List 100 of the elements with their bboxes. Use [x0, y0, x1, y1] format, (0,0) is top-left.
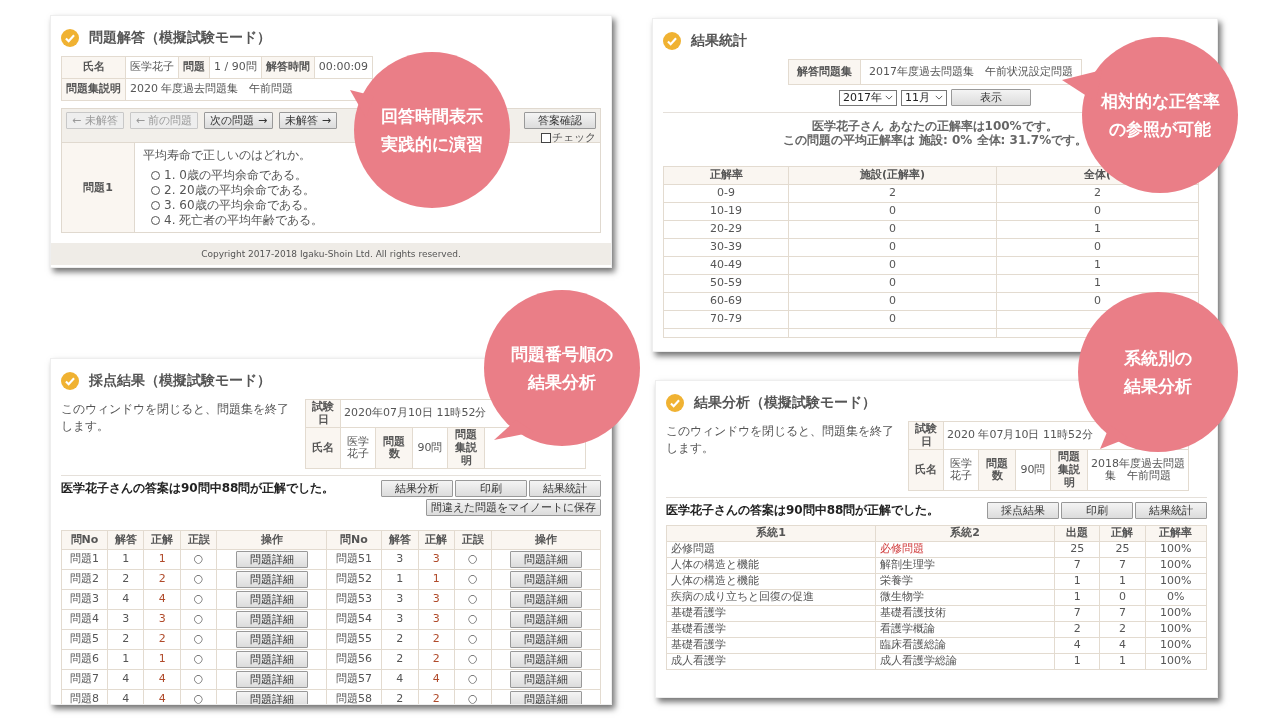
- table-cell: 1: [1099, 573, 1146, 590]
- window-title: 問題解答（模擬試験モード）: [89, 29, 271, 47]
- info-label: 氏名: [305, 427, 341, 469]
- table-cell: ○: [454, 609, 491, 630]
- table-cell: 人体の構造と機能: [666, 557, 876, 574]
- info-label: 解答時間: [261, 56, 315, 79]
- detail-button[interactable]: 問題詳細: [235, 551, 308, 569]
- table-cell: 必修問題: [666, 541, 876, 558]
- table-cell: 問題5: [61, 629, 108, 650]
- confirm-button[interactable]: 答案確認: [524, 112, 596, 129]
- detail-button[interactable]: 問題詳細: [509, 571, 582, 589]
- detail-button[interactable]: 問題詳細: [235, 611, 308, 629]
- table-cell: 2: [418, 629, 455, 650]
- year-select[interactable]: 2017年: [839, 89, 897, 106]
- info-label: 試験日: [305, 399, 341, 428]
- check-icon: [663, 32, 681, 50]
- table-cell: 2: [1054, 621, 1100, 638]
- detail-button[interactable]: 問題詳細: [509, 631, 582, 649]
- table-cell: 問題3: [61, 589, 108, 610]
- detail-button[interactable]: 問題詳細: [235, 691, 308, 704]
- detail-button[interactable]: 問題詳細: [509, 651, 582, 669]
- action-button[interactable]: 結果統計: [1135, 502, 1207, 520]
- detail-button[interactable]: 問題詳細: [235, 631, 308, 649]
- detail-button[interactable]: 問題詳細: [235, 671, 308, 689]
- action-button[interactable]: 採点結果: [987, 502, 1059, 520]
- table-cell: 0-9: [663, 184, 789, 203]
- table-cell: 4: [381, 669, 419, 690]
- detail-button[interactable]: 問題詳細: [509, 691, 582, 704]
- action-button[interactable]: 印刷: [455, 480, 527, 498]
- detail-button[interactable]: 問題詳細: [235, 571, 308, 589]
- detail-button[interactable]: 問題詳細: [235, 651, 308, 669]
- detail-button[interactable]: 問題詳細: [509, 611, 582, 629]
- radio-button[interactable]: [151, 171, 160, 180]
- copyright-text: Copyright 2017-2018 Igaku-Shoin Ltd. All rights reserved.: [201, 249, 461, 259]
- detail-button[interactable]: 問題詳細: [235, 591, 308, 609]
- action-button[interactable]: 間違えた問題をマイノートに保存: [426, 499, 601, 517]
- table-cell: 3: [381, 549, 419, 570]
- table-cell: 3: [381, 609, 419, 630]
- table-cell: 問題54: [326, 609, 382, 630]
- table-cell: 2: [143, 569, 181, 590]
- detail-button[interactable]: 問題詳細: [509, 551, 582, 569]
- table-cell: ○: [454, 569, 491, 590]
- action-button[interactable]: 結果分析: [381, 480, 453, 498]
- table-cell: 基礎看護学: [666, 637, 876, 654]
- radio-button[interactable]: [151, 186, 160, 195]
- detail-button[interactable]: 問題詳細: [509, 671, 582, 689]
- option-label: 1. 0歳の平均余命である。: [164, 167, 307, 184]
- detail-button[interactable]: 問題詳細: [509, 591, 582, 609]
- info-value: 医学花子: [125, 56, 179, 79]
- option-label: 4. 死亡者の平均年齢である。: [164, 212, 324, 229]
- column-header: 解答: [381, 530, 419, 550]
- table-cell: 2: [143, 629, 181, 650]
- table-cell: 問題52: [326, 569, 382, 590]
- action-button[interactable]: 結果統計: [529, 480, 601, 498]
- nav-button[interactable]: 未解答 →: [279, 112, 337, 129]
- table-cell: ○: [180, 629, 217, 650]
- table-cell: 1: [1054, 589, 1100, 606]
- nav-button[interactable]: 次の問題 →: [204, 112, 274, 129]
- table-cell: 0: [788, 256, 997, 275]
- table-cell: ○: [454, 649, 491, 670]
- result-message: この問題の平均正解率は 施設: 0% 全体: 31.7%です。: [782, 133, 1088, 148]
- set-label: 解答問題集: [788, 59, 861, 85]
- column-header: 正解率: [663, 166, 789, 185]
- table-cell: 70-79: [663, 310, 789, 329]
- table-cell: 4: [143, 589, 181, 610]
- table-cell: 0: [996, 202, 1199, 221]
- table-cell: 3: [418, 549, 455, 570]
- info-value: 1 / 90問: [209, 56, 262, 79]
- column-header: 正誤: [180, 530, 217, 550]
- table-cell: 成人看護学総論: [875, 653, 1055, 670]
- note-text: このウィンドウを閉じると、問題集を終了します。: [666, 423, 895, 457]
- table-cell: 1: [143, 549, 181, 570]
- table-cell: 1: [418, 569, 455, 590]
- table-cell: 100%: [1145, 541, 1207, 558]
- table-cell: 問題2: [61, 569, 108, 590]
- table-cell: 基礎看護学: [666, 621, 876, 638]
- month-select[interactable]: 11月: [901, 89, 947, 106]
- table-cell: 2: [418, 649, 455, 670]
- column-header: 問No: [61, 530, 108, 550]
- option-label: 3. 60歳の平均余命である。: [164, 197, 315, 214]
- table-cell: 4: [143, 669, 181, 690]
- table-cell: 2: [1099, 621, 1146, 638]
- table-cell: 100%: [1145, 573, 1207, 590]
- table-cell: 0: [788, 310, 997, 329]
- table-cell: 7: [1054, 557, 1100, 574]
- table-cell: 必修問題: [875, 541, 1055, 558]
- action-button[interactable]: 印刷: [1061, 502, 1133, 520]
- table-cell: 1: [107, 549, 144, 570]
- table-cell: 3: [418, 589, 455, 610]
- column-header: 正解: [418, 530, 455, 550]
- info-label: 問題: [178, 56, 210, 79]
- radio-button[interactable]: [151, 216, 160, 225]
- checkbox[interactable]: [541, 132, 551, 143]
- radio-button[interactable]: [151, 201, 160, 210]
- table-cell: 1: [143, 649, 181, 670]
- table-cell: ○: [180, 589, 217, 610]
- table-cell: 0: [788, 202, 997, 221]
- callout-text: 系統別の 結果分析: [1124, 347, 1192, 398]
- info-value: 医学花子: [340, 427, 376, 469]
- show-button[interactable]: 表示: [951, 89, 1031, 106]
